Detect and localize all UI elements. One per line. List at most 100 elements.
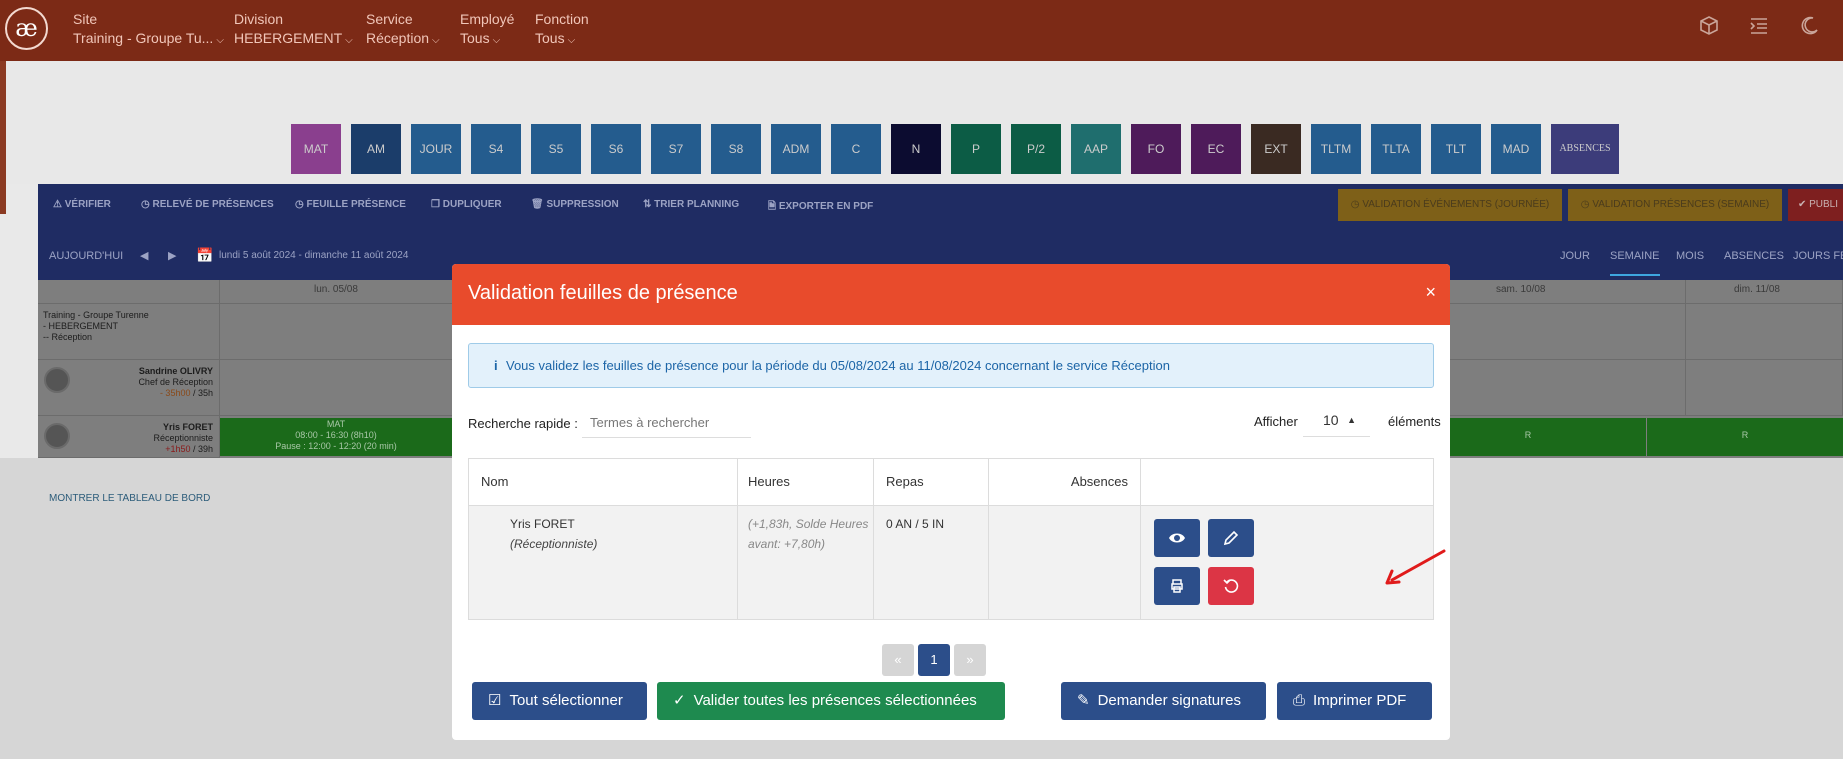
calendar-icon[interactable]: 📅 xyxy=(196,247,213,264)
checkbox-icon: ☑ xyxy=(488,692,502,709)
filter-fonction-label: Fonction xyxy=(535,11,589,27)
filter-division[interactable]: Division HEBERGEMENT ⌵ xyxy=(234,10,353,50)
info-text: Vous validez les feuilles de présence po… xyxy=(506,358,1170,373)
reset-button[interactable] xyxy=(1208,567,1254,605)
edit-button[interactable] xyxy=(1208,519,1254,557)
print-button[interactable] xyxy=(1154,567,1200,605)
validation-evenements-button[interactable]: ◷ VALIDATION ÉVÉNEMENTS (JOURNÉE) xyxy=(1338,189,1562,221)
code-am[interactable]: AM xyxy=(351,124,401,174)
validation-presences-button[interactable]: ◷ VALIDATION PRÉSENCES (SEMAINE) xyxy=(1568,189,1782,221)
action-dupliquer[interactable]: ❐ DUPLIQUER xyxy=(431,199,502,210)
pager-page-1[interactable]: 1 xyxy=(918,644,950,676)
undo-icon xyxy=(1223,579,1239,593)
day-header-mon: lun. 05/08 xyxy=(314,284,358,295)
cell-name: Yris FORET (Réceptionniste) xyxy=(469,506,738,620)
action-trier-planning[interactable]: ⇅ TRIER PLANNING xyxy=(643,199,739,210)
code-absences[interactable]: ABSENCES xyxy=(1551,124,1619,174)
action-verifier[interactable]: ⚠ VÉRIFIER xyxy=(53,199,111,210)
code-p-2[interactable]: P/2 xyxy=(1011,124,1061,174)
code-mad[interactable]: MAD xyxy=(1491,124,1541,174)
chevron-down-icon: ⌵ xyxy=(345,35,353,46)
shift-rest-code: R xyxy=(1741,430,1749,440)
employee-name[interactable]: Yris FORET xyxy=(110,422,213,433)
code-tlt[interactable]: TLT xyxy=(1431,124,1481,174)
app-logo[interactable]: æ xyxy=(5,7,48,50)
code-s7[interactable]: S7 xyxy=(651,124,701,174)
code-jour[interactable]: JOUR xyxy=(411,124,461,174)
shift-rest-code: R xyxy=(1524,430,1532,440)
close-icon[interactable]: × xyxy=(1425,282,1436,303)
page-size-label: Afficher xyxy=(1254,414,1298,429)
code-s8[interactable]: S8 xyxy=(711,124,761,174)
chevron-down-icon: ⌵ xyxy=(492,35,501,46)
code-tlta[interactable]: TLTA xyxy=(1371,124,1421,174)
employee-name[interactable]: Sandrine OLIVRY xyxy=(110,366,213,377)
print-pdf-button[interactable]: ⎙ Imprimer PDF xyxy=(1277,682,1432,720)
employee-role: Chef de Réception xyxy=(138,377,213,387)
search-input[interactable] xyxy=(582,408,751,438)
cube-icon[interactable] xyxy=(1696,15,1722,41)
code-c[interactable]: C xyxy=(831,124,881,174)
filter-employe-label: Employé xyxy=(460,11,515,27)
moon-icon[interactable] xyxy=(1796,15,1822,41)
code-p[interactable]: P xyxy=(951,124,1001,174)
action-feuille-presence[interactable]: ◷ FEUILLE PRÉSENCE xyxy=(295,199,406,210)
code-s5[interactable]: S5 xyxy=(531,124,581,174)
date-range: lundi 5 août 2024 - dimanche 11 août 202… xyxy=(219,250,409,261)
column-header-nom[interactable]: Nom xyxy=(469,459,738,505)
presence-table: Nom Heures Repas Absences Yris FORET (Ré… xyxy=(468,458,1434,620)
publier-button[interactable]: ✔ PUBLI xyxy=(1788,189,1843,221)
code-mat[interactable]: MAT xyxy=(291,124,341,174)
today-button[interactable]: AUJOURD'HUI xyxy=(49,250,123,262)
code-n[interactable]: N xyxy=(891,124,941,174)
avatar xyxy=(44,367,70,393)
prev-week-icon[interactable]: ◀ xyxy=(140,249,148,262)
code-fo[interactable]: FO xyxy=(1131,124,1181,174)
print-icon xyxy=(1171,579,1183,593)
code-s6[interactable]: S6 xyxy=(591,124,641,174)
action-suppression[interactable]: 🗑 SUPPRESSION xyxy=(531,199,619,210)
filter-service-label: Service xyxy=(366,11,413,27)
request-signatures-button[interactable]: ✎ Demander signatures xyxy=(1061,682,1266,720)
filter-site[interactable]: Site Training - Groupe Tu... ⌵ xyxy=(73,10,224,50)
modal-header: Validation feuilles de présence × xyxy=(452,264,1450,325)
action-releve-presences[interactable]: ◷ RELEVÉ DE PRÉSENCES xyxy=(141,199,274,210)
code-s4[interactable]: S4 xyxy=(471,124,521,174)
indent-icon[interactable] xyxy=(1746,15,1772,41)
column-header-repas[interactable]: Repas xyxy=(874,459,989,505)
tab-mois[interactable]: MOIS xyxy=(1676,250,1704,262)
next-week-icon[interactable]: ▶ xyxy=(168,249,176,262)
pencil-icon xyxy=(1223,530,1239,546)
day-header-sun: dim. 11/08 xyxy=(1734,284,1780,295)
filter-employe-value: Tous xyxy=(460,30,490,46)
tab-jour[interactable]: JOUR xyxy=(1560,250,1590,262)
code-ec[interactable]: EC xyxy=(1191,124,1241,174)
code-adm[interactable]: ADM xyxy=(771,124,821,174)
pager-prev[interactable]: « xyxy=(882,644,914,676)
column-header-absences[interactable]: Absences xyxy=(989,459,1141,505)
pager-next[interactable]: » xyxy=(954,644,986,676)
cell-absences xyxy=(989,506,1141,620)
print-icon: ⎙ xyxy=(1293,692,1306,709)
modal-title: Validation feuilles de présence xyxy=(468,282,738,304)
tab-semaine[interactable]: SEMAINE xyxy=(1610,250,1660,276)
elements-label: éléments xyxy=(1388,414,1441,429)
show-dashboard-link[interactable]: MONTRER LE TABLEAU DE BORD xyxy=(49,493,210,504)
code-aap[interactable]: AAP xyxy=(1071,124,1121,174)
tab-absences[interactable]: ABSENCES xyxy=(1724,250,1784,262)
chevron-down-icon: ⌵ xyxy=(432,35,440,46)
view-button[interactable] xyxy=(1154,519,1200,557)
page-size-select[interactable]: 10 ▲ xyxy=(1303,403,1370,437)
code-ext[interactable]: EXT xyxy=(1251,124,1301,174)
select-all-button[interactable]: ☑ Tout sélectionner xyxy=(472,682,647,720)
column-header-heures[interactable]: Heures xyxy=(738,459,874,505)
code-tltm[interactable]: TLTM xyxy=(1311,124,1361,174)
page-size-value: 10 xyxy=(1323,412,1339,428)
filter-fonction[interactable]: Fonction Tous ⌵ xyxy=(535,10,589,50)
filter-service[interactable]: Service Réception ⌵ xyxy=(366,10,440,50)
action-exporter-pdf[interactable]: 🗎 EXPORTER EN PDF xyxy=(768,199,873,216)
tab-jours-feries[interactable]: JOURS FÉ xyxy=(1793,250,1843,262)
filter-employe[interactable]: Employé Tous ⌵ xyxy=(460,10,514,50)
validate-all-button[interactable]: ✓ Valider toutes les présences sélectionn… xyxy=(657,682,1005,720)
sort-arrows-icon: ▲ xyxy=(1347,415,1356,425)
